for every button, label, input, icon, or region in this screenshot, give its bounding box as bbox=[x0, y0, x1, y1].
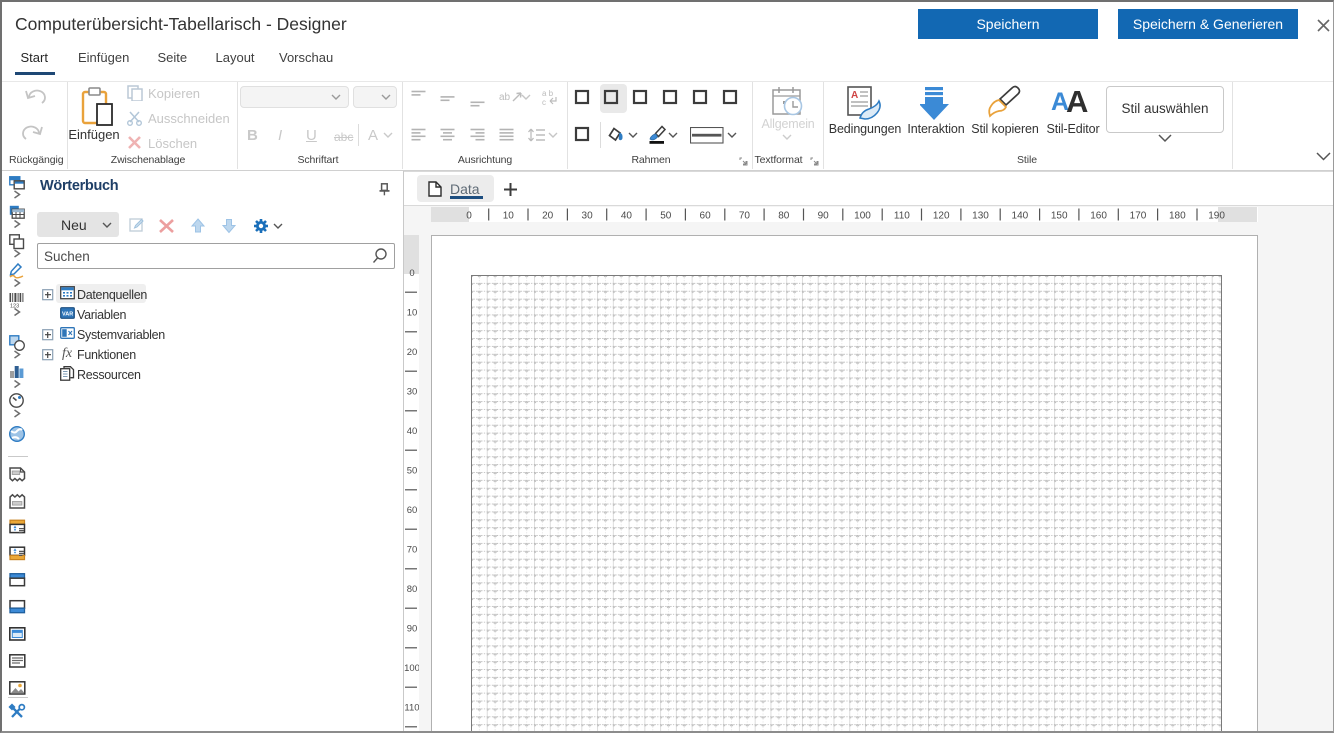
svg-text:10: 10 bbox=[407, 308, 418, 319]
svg-text:180: 180 bbox=[1169, 211, 1186, 222]
svg-text:VAR: VAR bbox=[62, 312, 73, 318]
svg-text:110: 110 bbox=[894, 211, 910, 222]
svg-text:c: c bbox=[542, 98, 546, 106]
svg-text:A: A bbox=[851, 90, 858, 101]
svg-text:100: 100 bbox=[404, 663, 419, 674]
svg-text:150: 150 bbox=[1051, 211, 1068, 222]
svg-text:90: 90 bbox=[407, 624, 418, 635]
svg-text:10: 10 bbox=[503, 211, 515, 222]
svg-text:160: 160 bbox=[1090, 211, 1107, 222]
svg-text:40: 40 bbox=[407, 426, 418, 437]
svg-text:20: 20 bbox=[542, 211, 554, 222]
svg-text:a b: a b bbox=[542, 89, 554, 98]
svg-text:170: 170 bbox=[1130, 211, 1147, 222]
svg-text:90: 90 bbox=[818, 211, 830, 222]
svg-text:30: 30 bbox=[407, 387, 418, 398]
svg-text:20: 20 bbox=[407, 347, 418, 358]
svg-text:70: 70 bbox=[407, 545, 418, 556]
svg-text:60: 60 bbox=[407, 505, 418, 516]
svg-text:50: 50 bbox=[660, 211, 672, 222]
svg-text:70: 70 bbox=[739, 211, 751, 222]
svg-text:130: 130 bbox=[972, 211, 989, 222]
svg-text:0: 0 bbox=[409, 268, 414, 279]
svg-text:110: 110 bbox=[404, 703, 419, 714]
svg-text:120: 120 bbox=[933, 211, 950, 222]
svg-text:190: 190 bbox=[1208, 211, 1225, 222]
svg-text:60: 60 bbox=[700, 211, 712, 222]
svg-text:30: 30 bbox=[582, 211, 594, 222]
svg-text:80: 80 bbox=[778, 211, 790, 222]
svg-text:40: 40 bbox=[621, 211, 633, 222]
svg-text:80: 80 bbox=[407, 584, 418, 595]
svg-text:0: 0 bbox=[466, 211, 472, 222]
svg-text:100: 100 bbox=[854, 211, 871, 222]
svg-text:50: 50 bbox=[407, 466, 418, 477]
svg-text:140: 140 bbox=[1012, 211, 1029, 222]
svg-text:ab: ab bbox=[499, 92, 511, 103]
